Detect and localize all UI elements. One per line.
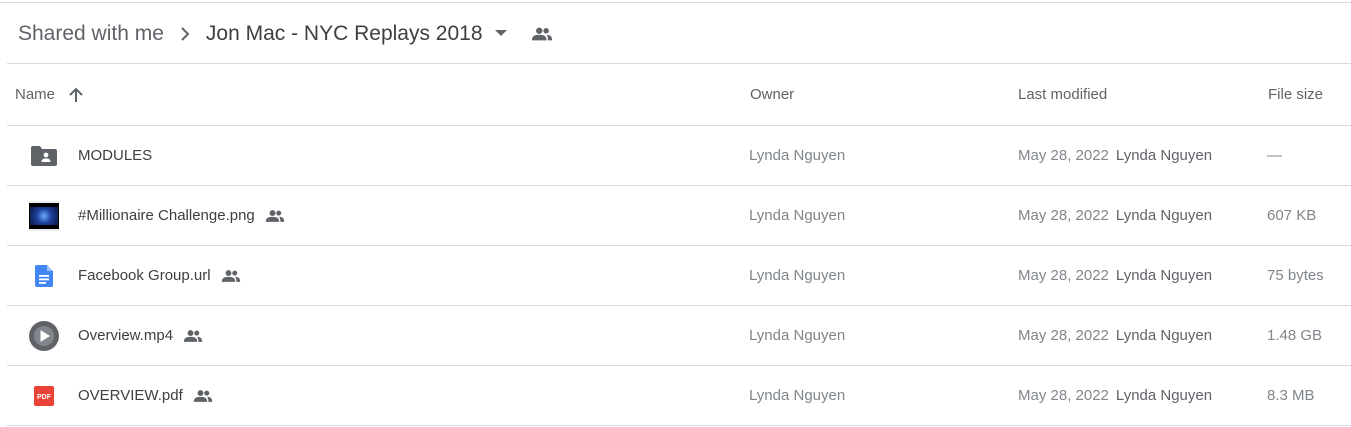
file-name: #Millionaire Challenge.png: [78, 207, 255, 224]
svg-text:PDF: PDF: [37, 394, 52, 401]
owner-cell: Lynda Nguyen: [749, 327, 846, 344]
arrow-up-icon[interactable]: [69, 87, 83, 103]
file-row[interactable]: Facebook Group.url Lynda Nguyen May 28, …: [7, 246, 1351, 306]
modified-by: Lynda Nguyen: [1115, 327, 1213, 344]
people-icon: [265, 209, 285, 223]
last-modified-cell: May 28, 2022 Lynda Nguyen: [1018, 246, 1212, 305]
owner-cell: Lynda Nguyen: [749, 267, 846, 284]
modified-date: May 28, 2022: [1018, 387, 1109, 404]
column-header-owner: Owner: [750, 86, 795, 103]
file-row[interactable]: PDF OVERVIEW.pdf Lynda Nguyen May 28, 20…: [7, 366, 1351, 426]
breadcrumb: Shared with me Jon Mac - NYC Replays 201…: [0, 3, 1351, 64]
column-header-last-modified[interactable]: Last modified: [1018, 64, 1107, 125]
modified-date: May 28, 2022: [1018, 327, 1109, 344]
modified-by: Lynda Nguyen: [1115, 207, 1213, 224]
last-modified-cell: May 28, 2022 Lynda Nguyen: [1018, 306, 1212, 365]
file-size-cell: 8.3 MB: [1267, 387, 1315, 404]
people-icon: [221, 269, 241, 283]
file-name-cell: #Millionaire Challenge.png: [78, 186, 285, 245]
file-name-cell: MODULES: [78, 126, 152, 185]
modified-by: Lynda Nguyen: [1115, 267, 1213, 284]
people-icon[interactable]: [531, 26, 553, 42]
file-row[interactable]: MODULES Lynda Nguyen May 28, 2022 Lynda …: [7, 126, 1351, 186]
modified-date: May 28, 2022: [1018, 267, 1109, 284]
file-row[interactable]: #Millionaire Challenge.png Lynda Nguyen …: [7, 186, 1351, 246]
image-thumbnail: [27, 186, 61, 245]
file-name: Overview.mp4: [78, 327, 174, 344]
last-modified-cell: May 28, 2022 Lynda Nguyen: [1018, 186, 1212, 245]
breadcrumb-current-folder[interactable]: Jon Mac - NYC Replays 2018: [206, 22, 507, 46]
file-name: Facebook Group.url: [78, 267, 211, 284]
shared-folder-icon: [27, 126, 61, 185]
video-icon: [27, 306, 61, 365]
people-icon: [183, 329, 203, 343]
file-name-cell: OVERVIEW.pdf: [78, 366, 213, 425]
file-name: MODULES: [78, 147, 153, 164]
file-size-cell: 1.48 GB: [1267, 327, 1323, 344]
file-name-cell: Overview.mp4: [78, 306, 203, 365]
current-folder-title: Jon Mac - NYC Replays 2018: [205, 21, 483, 45]
breadcrumb-shared-with-me[interactable]: Shared with me: [18, 22, 164, 46]
people-icon: [193, 389, 213, 403]
doc-icon: [27, 246, 61, 305]
modified-by: Lynda Nguyen: [1115, 387, 1213, 404]
column-header-file-size[interactable]: File size: [1268, 64, 1323, 125]
pdf-icon: PDF: [27, 366, 61, 425]
file-list: MODULES Lynda Nguyen May 28, 2022 Lynda …: [7, 126, 1351, 426]
last-modified-cell: May 28, 2022 Lynda Nguyen: [1018, 126, 1212, 185]
name-header-label: Name: [15, 86, 56, 103]
file-size-cell: —: [1267, 147, 1282, 164]
caret-down-icon: [494, 30, 507, 37]
file-name-cell: Facebook Group.url: [78, 246, 241, 305]
owner-cell: Lynda Nguyen: [749, 147, 846, 164]
owner-cell: Lynda Nguyen: [749, 387, 846, 404]
modified-date: May 28, 2022: [1018, 147, 1109, 164]
column-header-row: Name Owner Last modified File size: [7, 64, 1351, 126]
file-size-cell: 607 KB: [1267, 207, 1317, 224]
file-name: OVERVIEW.pdf: [78, 387, 183, 404]
column-header-name[interactable]: Name: [15, 64, 83, 125]
modified-by: Lynda Nguyen: [1115, 147, 1213, 164]
last-modified-cell: May 28, 2022 Lynda Nguyen: [1018, 366, 1212, 425]
owner-cell: Lynda Nguyen: [749, 207, 846, 224]
modified-date: May 28, 2022: [1018, 207, 1109, 224]
file-row[interactable]: Overview.mp4 Lynda Nguyen May 28, 2022 L…: [7, 306, 1351, 366]
chevron-right-icon: [180, 26, 190, 41]
file-size-cell: 75 bytes: [1267, 267, 1324, 284]
